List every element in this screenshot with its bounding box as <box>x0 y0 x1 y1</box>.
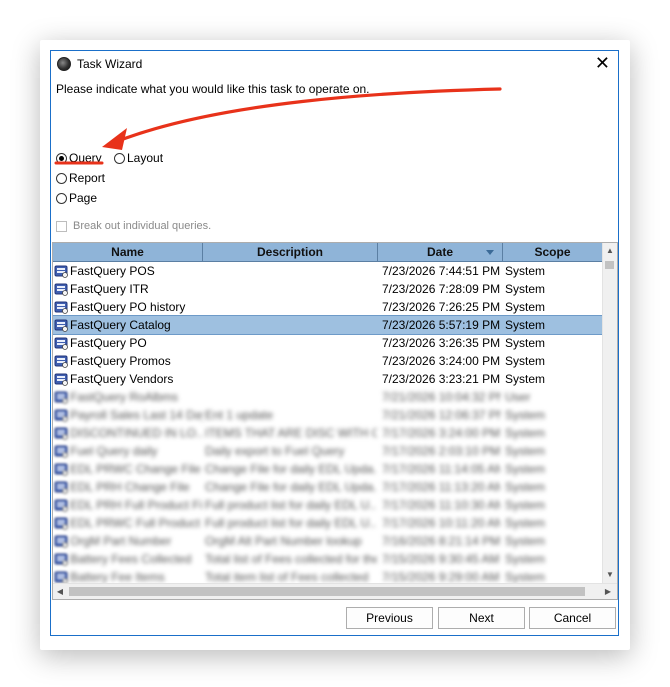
annotation-arrow-line <box>116 87 502 143</box>
annotation-arrowhead <box>102 128 127 150</box>
annotation-overlay <box>54 87 502 165</box>
